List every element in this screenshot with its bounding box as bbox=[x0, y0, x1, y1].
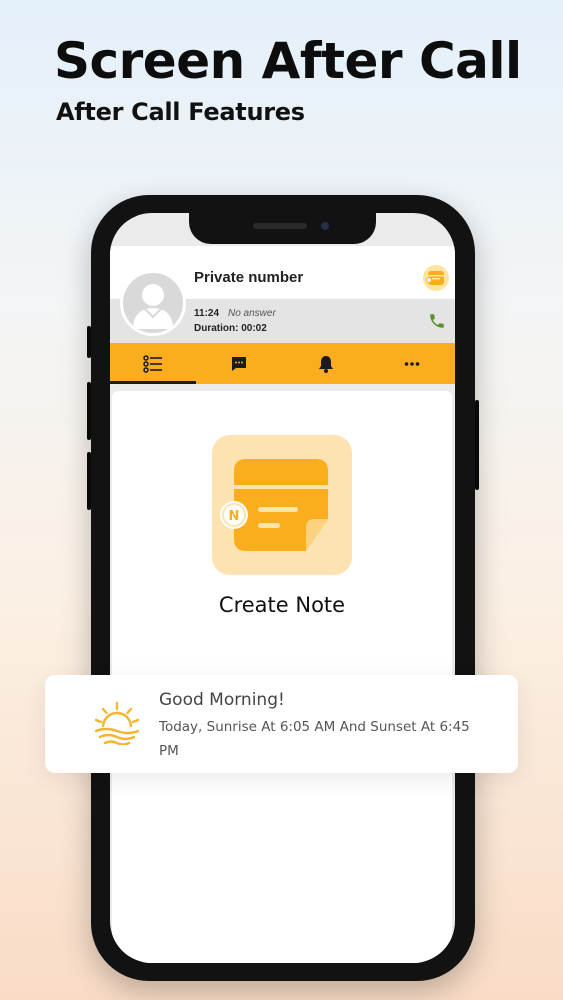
sunrise-icon bbox=[94, 701, 140, 745]
bell-icon bbox=[318, 355, 333, 373]
note-badge-letter: N bbox=[229, 509, 240, 524]
promo-title: Screen After Call bbox=[54, 32, 522, 90]
weather-detail: Today, Sunrise At 6:05 AM And Sunset At … bbox=[159, 719, 470, 759]
phone-notch bbox=[189, 213, 376, 244]
tab-messages[interactable] bbox=[196, 343, 282, 384]
promo-subtitle: After Call Features bbox=[56, 98, 305, 126]
note-icon: N bbox=[220, 459, 328, 551]
chat-icon bbox=[232, 356, 247, 371]
front-camera bbox=[321, 222, 329, 230]
speaker-grille bbox=[253, 223, 307, 229]
create-note-button[interactable]: N bbox=[212, 435, 352, 575]
weather-notification[interactable]: Good Morning! Today, Sunrise At 6:05 AM … bbox=[45, 675, 518, 773]
call-back-phone-icon[interactable] bbox=[428, 312, 446, 330]
call-time: 11:24 bbox=[194, 308, 220, 319]
tab-notes[interactable] bbox=[110, 343, 197, 384]
feature-tab-bar bbox=[110, 343, 455, 384]
call-duration: Duration: 00:02 bbox=[194, 323, 267, 334]
avatar bbox=[120, 270, 186, 336]
call-status: No answer bbox=[228, 308, 276, 319]
weather-greeting: Good Morning! bbox=[159, 690, 285, 710]
list-icon bbox=[143, 354, 163, 373]
phone-screen: Private number 11:24 No answer Duration:… bbox=[110, 213, 455, 963]
phone-power-button bbox=[475, 400, 479, 490]
person-icon bbox=[133, 284, 173, 329]
tab-more[interactable] bbox=[369, 343, 455, 384]
create-note-label: Create Note bbox=[218, 593, 346, 617]
caller-name: Private number bbox=[194, 269, 304, 286]
app-logo-icon[interactable] bbox=[423, 265, 449, 291]
more-icon bbox=[404, 361, 420, 366]
tab-reminders[interactable] bbox=[283, 343, 369, 384]
